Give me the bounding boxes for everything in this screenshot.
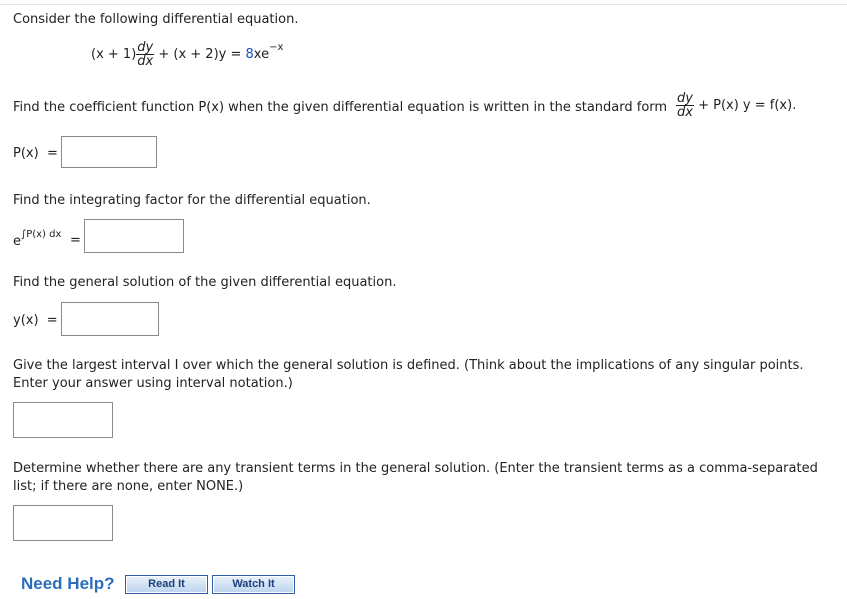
- need-help-heading: Need Help?: [21, 574, 115, 593]
- intro-text: Consider the following differential equa…: [13, 12, 299, 27]
- q4-line1: Give the largest interval I over which t…: [13, 358, 804, 373]
- q1-standard-form: dy dx + P(x) y = f(x).: [676, 92, 796, 119]
- watch-it-button[interactable]: Watch It: [212, 575, 295, 594]
- std-fraction: dy dx: [676, 91, 694, 120]
- q5-line2: list; if there are none, enter NONE.): [13, 479, 244, 494]
- std-rest: + P(x) y = f(x).: [698, 98, 797, 113]
- eq-fraction: dy dx: [136, 40, 155, 69]
- eq-rhs-exp: −x: [269, 42, 284, 53]
- read-it-button[interactable]: Read It: [125, 575, 208, 594]
- integrating-factor-label: e∫P(x) dx =: [13, 229, 81, 249]
- eq-middle: + (x + 2)y =: [154, 47, 246, 62]
- y-label: y(x) =: [13, 313, 58, 328]
- interval-input[interactable]: [13, 402, 113, 438]
- p-input[interactable]: [61, 136, 157, 168]
- eq-left: (x + 1): [91, 47, 137, 62]
- eq-rhs-base: xe: [253, 47, 270, 62]
- integrating-factor-input[interactable]: [84, 219, 184, 253]
- transient-terms-input[interactable]: [13, 505, 113, 541]
- q1-text: Find the coefficient function P(x) when …: [13, 100, 668, 115]
- q5-line1: Determine whether there are any transien…: [13, 461, 818, 476]
- general-solution-input[interactable]: [61, 302, 159, 336]
- differential-equation: (x + 1) dy dx + (x + 2)y = 8xe−x: [91, 41, 283, 68]
- q4-line2: Enter your answer using interval notatio…: [13, 376, 293, 391]
- q2-text: Find the integrating factor for the diff…: [13, 193, 371, 208]
- top-divider: [0, 4, 847, 5]
- q3-text: Find the general solution of the given d…: [13, 275, 397, 290]
- eq-rhs-coef: 8: [245, 47, 254, 62]
- p-label: P(x) =: [13, 146, 58, 161]
